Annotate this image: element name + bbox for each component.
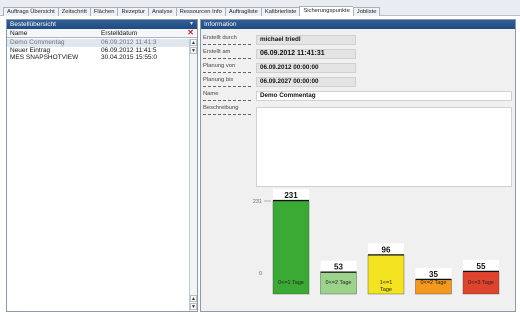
tab-item[interactable]: Auftragliste <box>224 7 261 16</box>
data-label: 53 <box>334 263 343 272</box>
list-item[interactable]: Neuer Eintrag 06.09.2012 11:41:5 <box>7 47 189 55</box>
tab-item[interactable]: Analyse <box>147 7 176 16</box>
vertical-scrollbar[interactable]: ▲ ▼ ▲ ▼ <box>189 39 197 311</box>
row-name: Demo Commentag <box>10 39 65 46</box>
tab-item[interactable]: Rezeptur <box>117 7 148 16</box>
scroll-down-icon[interactable]: ▼ <box>190 47 197 54</box>
tab-item[interactable]: Sicherungspunkte <box>299 6 353 16</box>
x-tick-label: 0<=2 Tage <box>421 280 447 286</box>
tab-item[interactable]: Jobliste <box>352 7 381 16</box>
data-label: 231 <box>284 191 298 200</box>
row-name: Neuer Eintrag <box>10 46 51 54</box>
column-header-date[interactable]: Erstelldatum <box>101 29 137 38</box>
tab-item[interactable]: Auftrags Übersicht <box>3 7 58 16</box>
x-tick-label: 1<=1 <box>380 280 393 286</box>
list-item[interactable]: Demo Commentag 06.09.2012 11:41:3 <box>7 39 189 47</box>
x-tick-label: 0<=1 Tage <box>278 280 304 286</box>
scroll-up-icon[interactable]: ▲ <box>190 39 197 46</box>
row-date: 06.09.2012 11:41:3 <box>101 39 157 46</box>
list-item[interactable]: MES SNAPSHOTVIEW 30.04.2015 15:55:0 <box>7 54 189 62</box>
tab-item[interactable]: Zeitschritt <box>57 7 90 16</box>
scroll-up-icon[interactable]: ▲ <box>190 295 197 302</box>
grid-header: Name Erstelldatum ✕ <box>7 28 197 38</box>
day-range-bar-chart: 02312310<=1 Tage530<=2 Tage961<=1Tage350… <box>253 189 500 295</box>
orders-list: Demo Commentag 06.09.2012 11:41:3 Neuer Ei… <box>7 39 189 62</box>
x-tick-label: 0<=2 Tage <box>326 280 352 286</box>
information-panel: Information Erstellt durch michael tried… <box>200 19 516 312</box>
panel-title: Bestellübersicht <box>10 21 56 28</box>
panel-header: Bestellübersicht ▾ <box>7 20 197 29</box>
row-date: 30.04.2015 15:55:0 <box>101 54 158 62</box>
tab-bar: Auftrags Übersicht Zeitschritt Flächen Reze… <box>3 6 381 16</box>
tab-item[interactable]: Kalibrierliste <box>260 7 300 16</box>
orders-panel: Bestellübersicht ▾ Name Erstelldatum ✕ D… <box>6 19 198 312</box>
close-icon[interactable]: ✕ <box>187 28 194 37</box>
row-date: 06.09.2012 11:41:5 <box>101 46 157 54</box>
tab-item[interactable]: Flächen <box>89 7 118 16</box>
data-label: 96 <box>382 245 391 254</box>
x-tick-label: 0<=3 Tage <box>468 280 494 286</box>
y-tick-label: 0 <box>259 271 262 277</box>
column-header-name[interactable]: Name <box>10 29 27 38</box>
x-tick-label: Tage <box>380 287 392 293</box>
data-label: 55 <box>477 262 486 271</box>
row-name: MES SNAPSHOTVIEW <box>10 54 79 62</box>
data-label: 35 <box>429 270 438 279</box>
tab-item[interactable]: Ressourcen Info <box>175 7 225 16</box>
y-tick-label: 231 <box>253 199 262 205</box>
tab-strip: Auftrags Übersicht Zeitschritt Flächen Reze… <box>0 0 520 16</box>
scroll-down-icon[interactable]: ▼ <box>190 303 197 310</box>
